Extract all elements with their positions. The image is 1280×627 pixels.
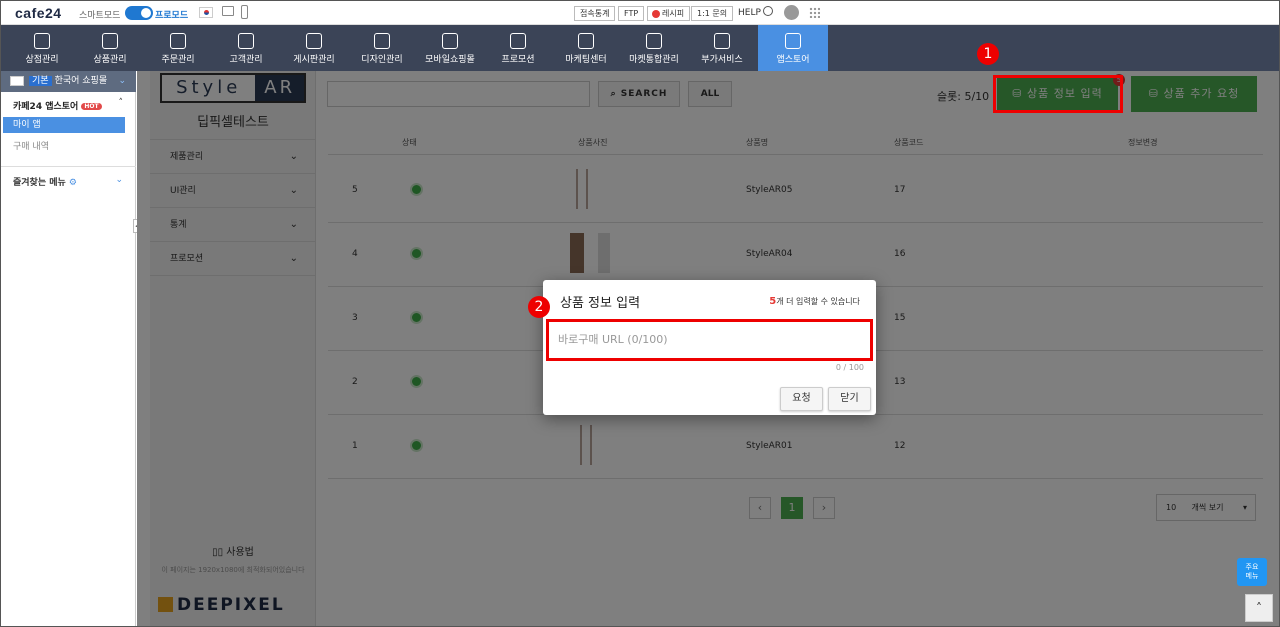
shirt-icon	[102, 33, 118, 49]
scroll-top-button[interactable]: ˄	[1245, 594, 1273, 622]
nav-design[interactable]: 디자인관리	[347, 25, 417, 71]
network-icon	[646, 33, 662, 49]
star-icon	[510, 33, 526, 49]
quick-menu-label: 주요 메뉴	[1245, 563, 1259, 580]
remaining-count: 5개 더 입력할 수 있습니다	[769, 296, 860, 307]
app-window: cafe24 스마트모드 프로모드 접속통계 FTP 레시피 1:1 문의 HE…	[0, 0, 1280, 627]
recipe-label: 레시피	[662, 9, 685, 18]
inquiry-button[interactable]: 1:1 문의	[691, 6, 734, 21]
default-badge: 기본	[29, 76, 52, 86]
korea-flag-icon	[10, 76, 24, 86]
cart-icon	[170, 33, 186, 49]
favorites-menu[interactable]: 즐겨찾는 메뉴 ⚙	[13, 175, 77, 188]
users-icon	[238, 33, 254, 49]
nav-customers[interactable]: 고객관리	[211, 25, 281, 71]
quick-menu-button[interactable]: 주요 메뉴	[1237, 558, 1267, 586]
search-icon[interactable]	[763, 6, 773, 16]
appstore-label: 카페24 앱스토어	[13, 102, 79, 112]
nav-label: 앱스토어	[776, 55, 810, 65]
favorites-label: 즐겨찾는 메뉴	[13, 178, 66, 188]
char-limit: 0 / 100	[835, 363, 864, 372]
home-icon	[34, 33, 50, 49]
request-button[interactable]: 요청	[780, 387, 823, 411]
help-link[interactable]: HELP	[738, 8, 761, 18]
divider	[1, 166, 136, 167]
appstore-section[interactable]: 카페24 앱스토어 HOT	[13, 99, 102, 112]
top-bar: cafe24 스마트모드 프로모드 접속통계 FTP 레시피 1:1 문의 HE…	[1, 1, 1279, 25]
product-info-dialog: 상품 정보 입력 5개 더 입력할 수 있습니다 바로구매 URL (0/100…	[543, 280, 876, 415]
board-icon	[306, 33, 322, 49]
nav-products[interactable]: 상품관리	[75, 25, 145, 71]
nav-market-integration[interactable]: 마켓통합관리	[619, 25, 689, 71]
sidebar: 기본 한국어 쇼핑몰 ⌄ 카페24 앱스토어 HOT ˄ 마이 앱 구매 내역 즐겨…	[1, 71, 141, 626]
chevron-down-icon[interactable]: ⌄	[115, 175, 123, 185]
mobile-icon[interactable]	[241, 5, 248, 19]
nav-marketing[interactable]: 마케팅센터	[551, 25, 621, 71]
nav-promotion[interactable]: 프로모션	[483, 25, 553, 71]
user-avatar-icon[interactable]	[784, 5, 799, 20]
nav-label: 상점관리	[25, 55, 59, 65]
stats-button[interactable]: 접속통계	[574, 6, 616, 21]
recipe-button[interactable]: 레시피	[647, 6, 691, 21]
close-button[interactable]: 닫기	[828, 387, 871, 411]
nav-store[interactable]: 상점관리	[7, 25, 77, 71]
nav-addons[interactable]: 부가서비스	[687, 25, 757, 71]
chevron-up-icon[interactable]: ˄	[119, 98, 124, 108]
purchase-url-input[interactable]: 바로구매 URL (0/100)	[546, 319, 873, 361]
language-label: 한국어 쇼핑몰	[54, 76, 108, 86]
nav-label: 모바일쇼핑몰	[425, 55, 475, 65]
cafe24-logo[interactable]: cafe24	[15, 5, 62, 21]
nav-label: 마켓통합관리	[629, 55, 679, 65]
plus-folder-icon	[714, 33, 730, 49]
pc-icon[interactable]	[222, 6, 234, 16]
main-nav: 상점관리 상품관리 주문관리 고객관리 게시판관리 디자인관리 모바일쇼핑몰 프…	[1, 25, 1279, 71]
nav-label: 부가서비스	[701, 55, 743, 65]
language-selector[interactable]: 기본 한국어 쇼핑몰 ⌄	[1, 71, 136, 92]
nav-label: 프로모션	[501, 55, 535, 65]
mode-toggle[interactable]	[125, 6, 153, 20]
recipe-icon	[652, 10, 660, 18]
hot-badge: HOT	[81, 103, 102, 110]
nav-appstore[interactable]: 앱스토어	[758, 25, 828, 71]
nav-label: 주문관리	[161, 55, 195, 65]
remaining-text: 개 더 입력할 수 있습니다	[776, 297, 860, 306]
pro-mode-label[interactable]: 프로모드	[155, 8, 188, 21]
dialog-title: 상품 정보 입력	[560, 296, 641, 311]
highlight-box-1	[993, 75, 1123, 113]
nav-mobile[interactable]: 모바일쇼핑몰	[415, 25, 485, 71]
gear-icon[interactable]: ⚙	[69, 178, 77, 188]
korea-flag-icon[interactable]	[199, 7, 213, 18]
ftp-button[interactable]: FTP	[618, 6, 645, 21]
apps-icon	[785, 33, 801, 49]
nav-label: 게시판관리	[293, 55, 335, 65]
mobile-shop-icon	[442, 33, 458, 49]
step-marker-2: 2	[528, 296, 550, 318]
sidebar-item-purchase[interactable]: 구매 내역	[13, 139, 49, 152]
sidebar-item-my-app[interactable]: 마이 앱	[3, 117, 125, 133]
palette-icon	[374, 33, 390, 49]
smart-mode-label[interactable]: 스마트모드	[79, 8, 120, 21]
monitor-icon	[578, 33, 594, 49]
nav-label: 마케팅센터	[565, 55, 607, 65]
nav-label: 상품관리	[93, 55, 127, 65]
step-marker-1: 1	[977, 43, 999, 65]
nav-label: 디자인관리	[361, 55, 403, 65]
nav-label: 고객관리	[229, 55, 263, 65]
nav-board[interactable]: 게시판관리	[279, 25, 349, 71]
chevron-down-icon: ⌄	[118, 76, 126, 86]
nav-orders[interactable]: 주문관리	[143, 25, 213, 71]
grid-menu-icon[interactable]	[809, 7, 820, 18]
